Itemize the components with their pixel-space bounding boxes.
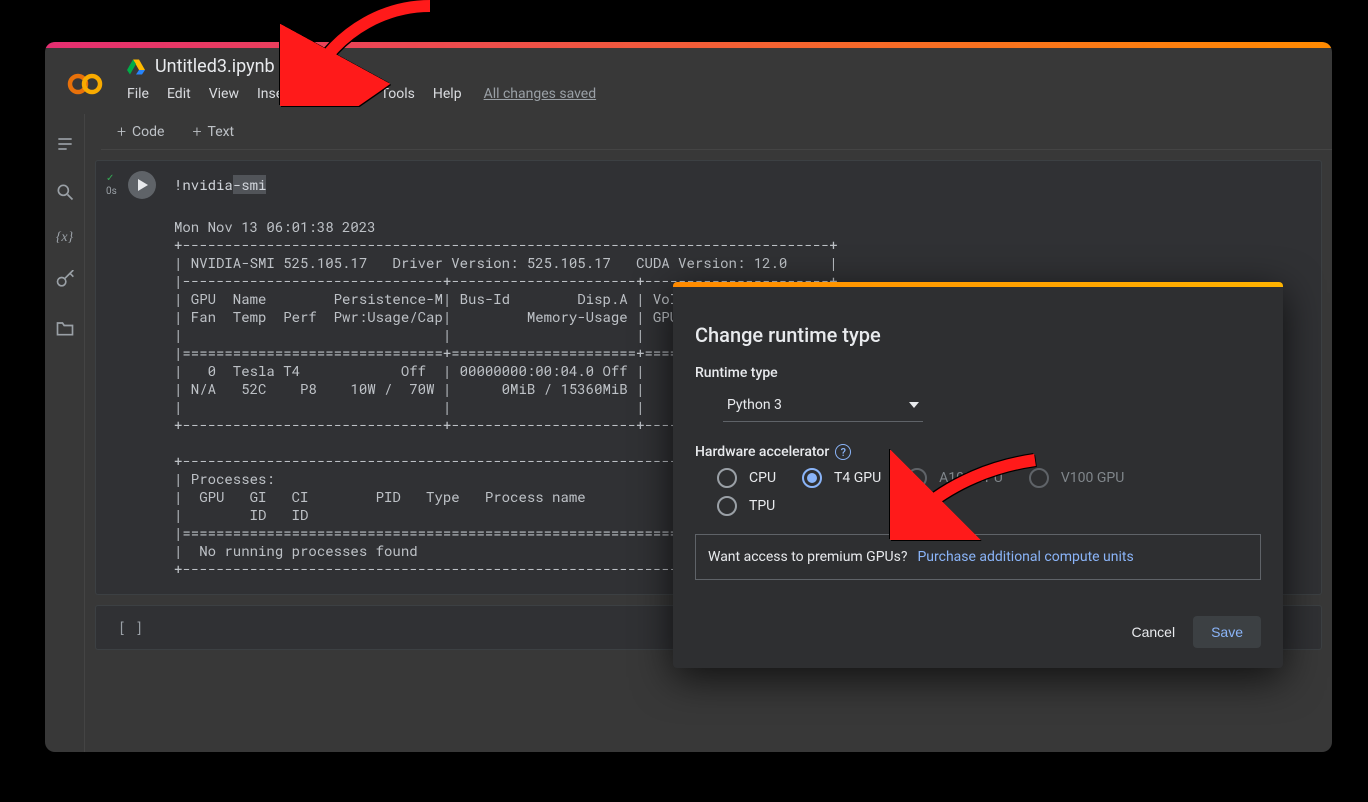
annotation-arrow-runtime (280, 0, 440, 106)
toc-icon[interactable] (55, 134, 75, 158)
radio-tpu[interactable]: TPU (717, 496, 775, 516)
files-icon[interactable] (55, 318, 75, 342)
exec-time: 0s (106, 186, 117, 197)
chevron-down-icon (909, 402, 919, 408)
secrets-icon[interactable] (55, 270, 75, 294)
menu-view[interactable]: View (209, 86, 239, 102)
dialog-title: Change runtime type (695, 323, 1261, 347)
colab-logo-icon (67, 66, 103, 102)
radio-icon (802, 468, 822, 488)
menu-edit[interactable]: Edit (167, 86, 191, 102)
search-icon[interactable] (55, 182, 75, 206)
annotation-arrow-t4 (890, 450, 1040, 540)
cancel-button[interactable]: Cancel (1117, 616, 1189, 648)
promo-text: Want access to premium GPUs? (708, 549, 907, 565)
add-text-button[interactable]: +Text (184, 120, 242, 143)
premium-gpu-promo: Want access to premium GPUs? Purchase ad… (695, 534, 1261, 580)
variables-icon[interactable]: {x} (56, 230, 73, 246)
runtime-type-value: Python 3 (727, 397, 782, 413)
menu-file[interactable]: File (127, 86, 149, 102)
runtime-type-label: Runtime type (695, 365, 1261, 381)
left-rail: {x} (45, 114, 85, 752)
radio-t4-gpu[interactable]: T4 GPU (802, 468, 881, 488)
radio-icon (717, 468, 737, 488)
save-button[interactable]: Save (1193, 616, 1261, 648)
runtime-type-select[interactable]: Python 3 (723, 389, 923, 422)
add-code-button[interactable]: +Code (109, 120, 172, 143)
purchase-units-link[interactable]: Purchase additional compute units (917, 549, 1133, 565)
save-status: All changes saved (484, 86, 597, 102)
code-input[interactable]: !nvidia-smi (96, 161, 1321, 208)
insert-toolbar: +Code +Text (101, 114, 1332, 150)
drive-icon (127, 59, 145, 75)
radio-cpu[interactable]: CPU (717, 468, 776, 488)
header: Untitled3.ipynb ☆ File Edit View Insert … (45, 48, 1332, 114)
radio-v100-gpu[interactable]: V100 GPU (1029, 468, 1124, 488)
help-icon[interactable]: ? (835, 444, 851, 460)
run-cell-button[interactable] (128, 171, 156, 199)
exec-check-icon: ✓ (106, 173, 114, 184)
radio-icon (717, 496, 737, 516)
document-title[interactable]: Untitled3.ipynb (155, 56, 275, 77)
